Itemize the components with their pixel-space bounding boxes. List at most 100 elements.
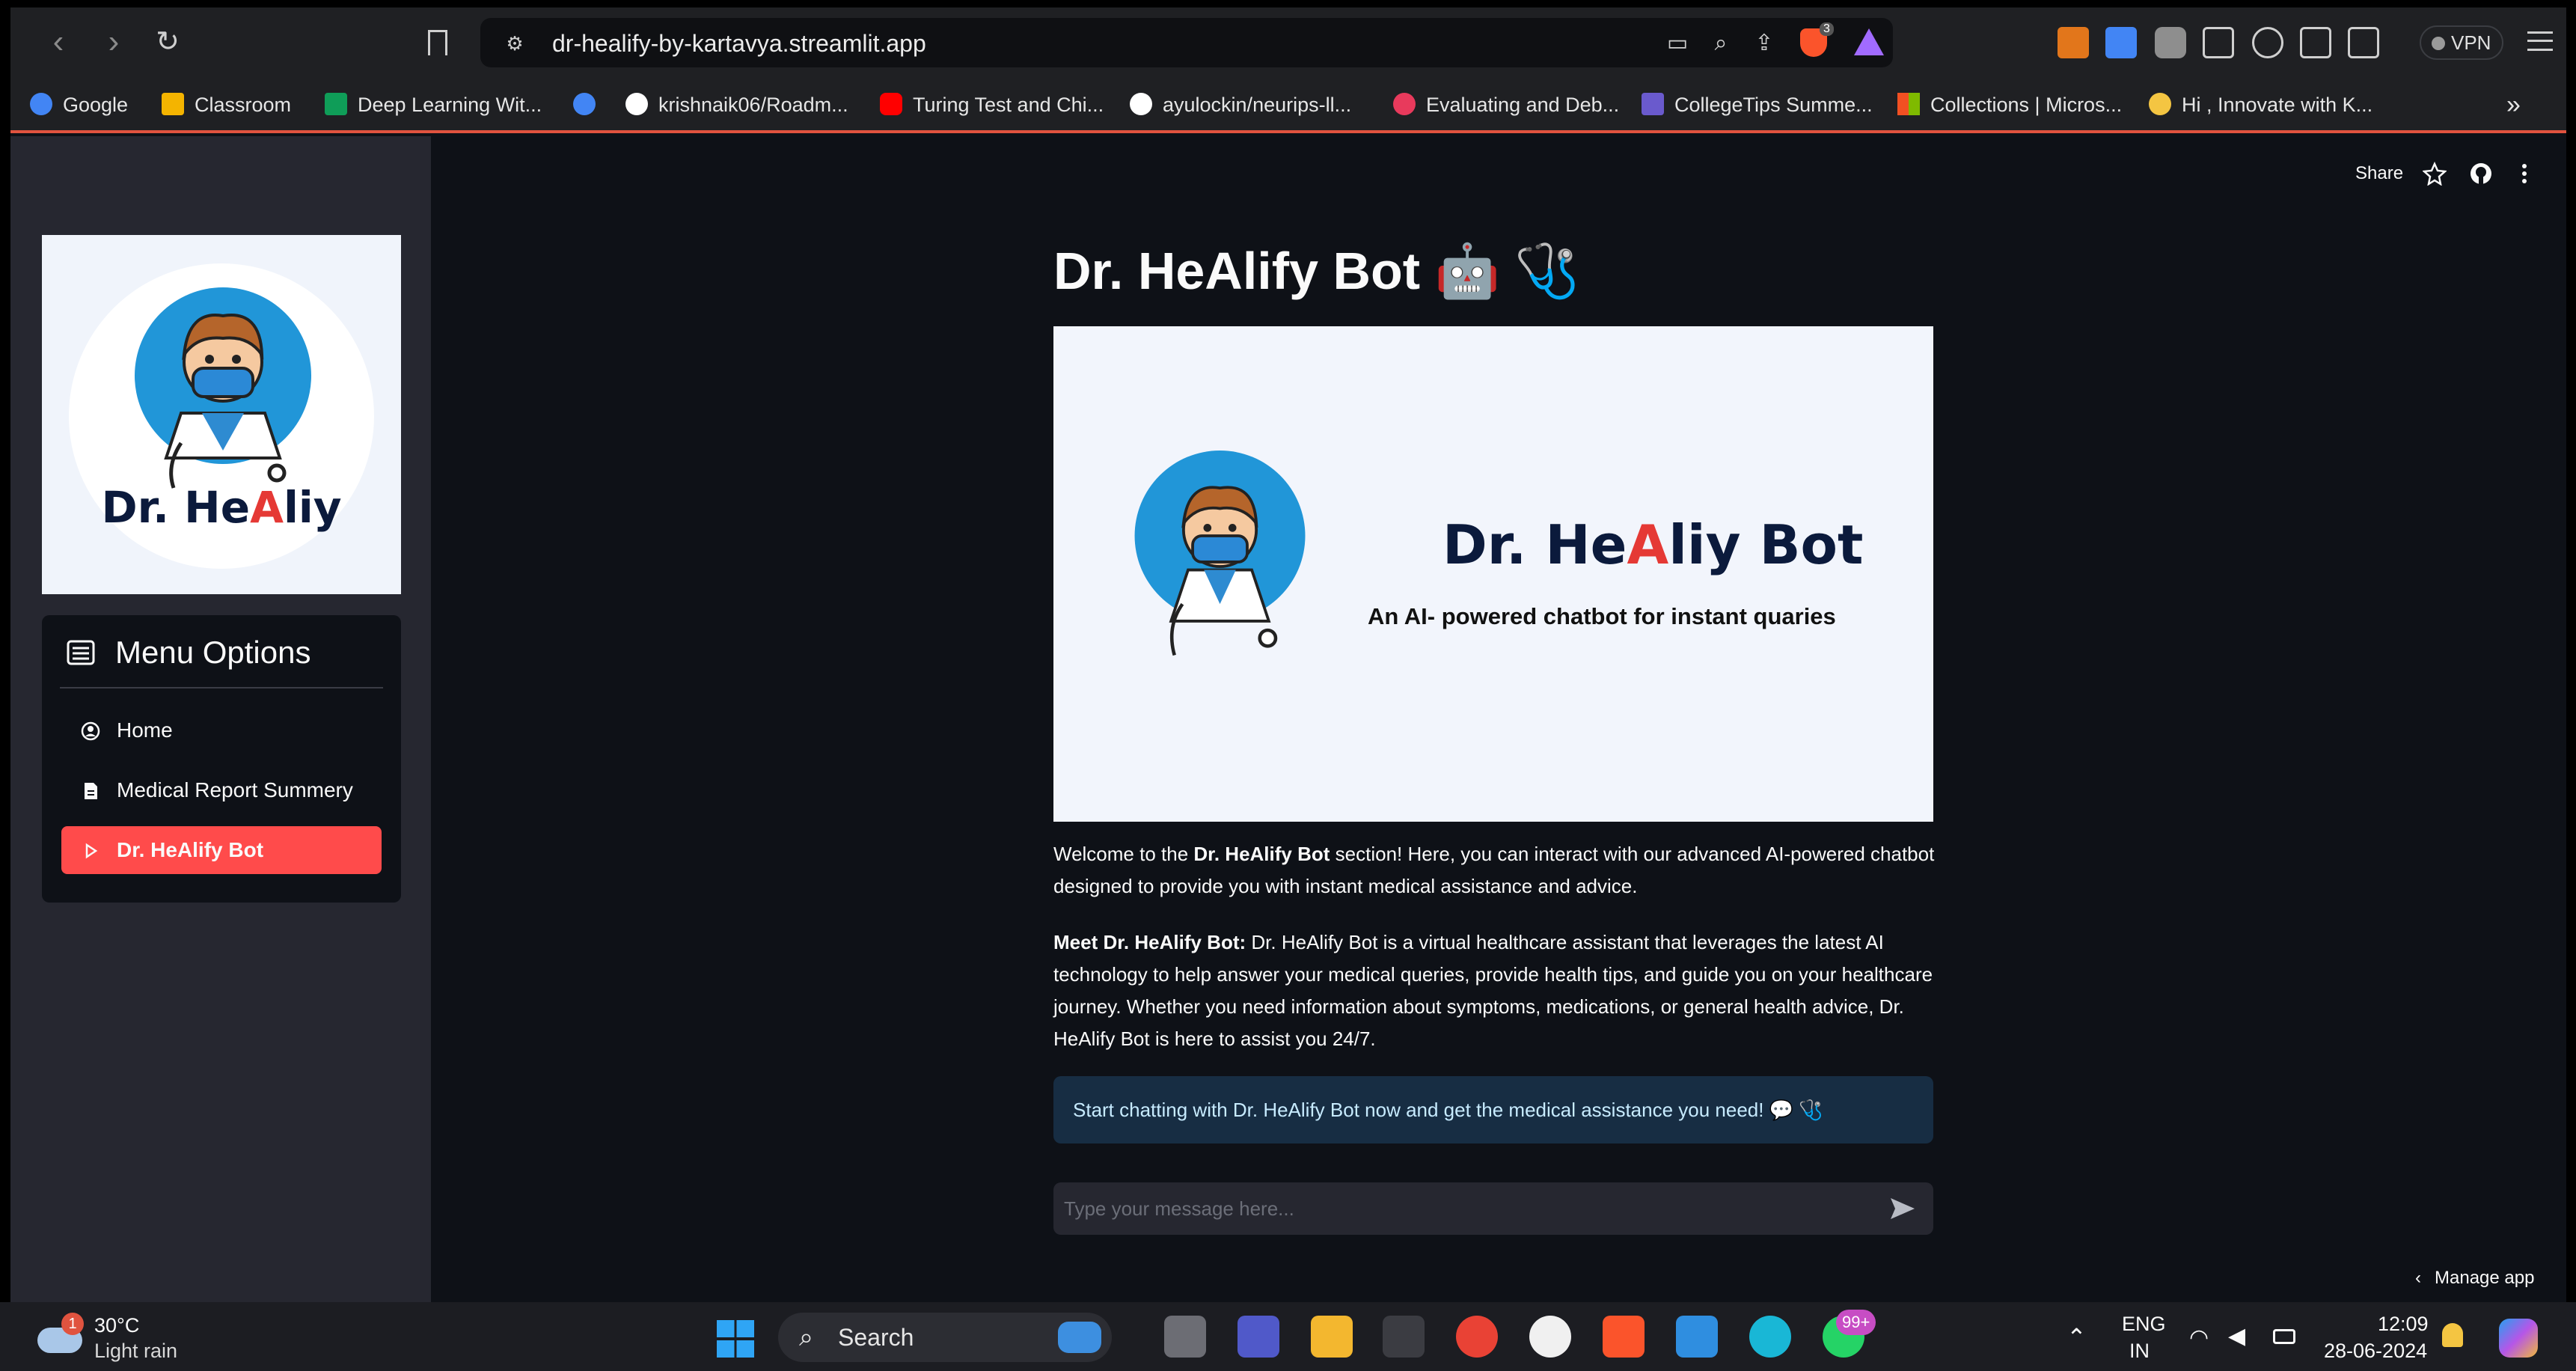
welcome-paragraph: Welcome to the Dr. HeAlify Bot section! … [1053,843,1935,897]
bookmark-neurips[interactable]: ayulockin/neurips-ll... [1130,91,1351,118]
banner-title: Dr. HeAliy Bot [1443,513,1864,576]
sidebar-logo: Dr. HeAliy [42,235,401,594]
github-desktop-icon[interactable] [1529,1316,1571,1358]
menu-icon[interactable] [2527,31,2553,51]
doctor-avatar-icon [1134,451,1306,656]
bookmark-collegetips[interactable]: CollegeTips Summe... [1642,91,1873,118]
wallet-icon[interactable] [2348,27,2379,58]
language-bottom[interactable]: IN [2129,1340,2150,1363]
hero-banner: Dr. HeAliy Bot An AI- powered chatbot fo… [1053,326,1933,822]
camera-icon[interactable] [2155,27,2186,58]
bookmark-deep-learning[interactable]: Deep Learning Wit... [325,91,542,118]
windows-taskbar: 1 30°C Light rain ⌕ Search 99+ ⌃ ENG IN … [0,1302,2576,1371]
target-icon [1393,92,1416,115]
weather-badge: 1 [61,1313,84,1335]
chat-input-container [1053,1182,1933,1235]
metamask-icon[interactable] [2058,27,2089,58]
manage-app-button[interactable]: ‹ Manage app [2415,1268,2534,1289]
task-view-icon[interactable] [1164,1316,1206,1358]
clock-time[interactable]: 12:09 [2378,1313,2429,1336]
vpn-button[interactable]: VPN [2420,25,2503,60]
show-hidden-icons[interactable]: ⌃ [2066,1323,2087,1352]
speed-icon[interactable] [2252,27,2283,58]
zoom-icon[interactable]: ⌕ [1707,30,1734,57]
volume-icon[interactable]: ◀ [2228,1323,2245,1349]
translate-icon[interactable] [2105,27,2137,58]
forward-icon[interactable]: › [96,24,132,60]
brave-rewards-icon[interactable] [1854,28,1884,55]
banner-subtitle: An AI- powered chatbot for instant quari… [1368,603,1836,629]
menu-item-medical-report[interactable]: Medical Report Summery [61,766,382,814]
bookmark-innovate[interactable]: Hi , Innovate with K... [2149,91,2372,118]
url-text: dr-healify-by-kartavya.streamlit.app [552,30,926,57]
github-icon [1130,92,1152,115]
bookmark-classroom[interactable]: Classroom [162,91,291,118]
info-alert: Start chatting with Dr. HeAlify Bot now … [1053,1076,1933,1143]
notion-icon[interactable] [1383,1316,1425,1358]
send-icon[interactable] [1888,1194,1917,1223]
menu-item-home[interactable]: Home [61,706,382,754]
browser-toolbar: ‹ › ↻ ⚙ dr-healify-by-kartavya.streamlit… [10,7,2566,76]
site-settings-icon[interactable]: ⚙ [501,30,528,57]
person-circle-icon [81,721,100,741]
bookmark-roadmap[interactable]: krishnaik06/Roadm... [625,91,848,118]
windows-start-icon[interactable] [717,1320,754,1358]
back-icon[interactable]: ‹ [40,24,76,60]
more-bookmarks-icon[interactable]: » [2506,91,2521,118]
canva-icon[interactable] [1749,1316,1791,1358]
github-icon[interactable] [2469,162,2493,186]
bookmark-page-icon[interactable] [428,30,447,55]
menu-divider [60,687,383,688]
chevron-left-icon: ‹ [2415,1268,2421,1288]
sidebar-toggle-icon[interactable] [2300,27,2331,58]
browser-window: ‹ › ↻ ⚙ dr-healify-by-kartavya.streamlit… [10,7,2566,1302]
drive-icon [325,92,347,115]
chrome-icon[interactable] [1456,1316,1498,1358]
share-page-icon[interactable]: ⇪ [1751,30,1778,57]
bookmark-evaluating[interactable]: Evaluating and Deb... [1393,91,1619,118]
main-content: Share Dr. HeAlify Bot 🤖 🩺 Dr. HeAliy Bot… [431,136,2566,1302]
logo-text: Dr. HeAliy [101,482,342,533]
whatsapp-badge: 99+ [1836,1310,1876,1335]
more-options-icon[interactable] [2512,162,2536,186]
reload-icon[interactable]: ↻ [150,24,186,60]
document-icon [85,783,97,799]
menu-item-healify-bot[interactable]: Dr. HeAlify Bot [61,826,382,874]
weather-description: Light rain [94,1340,178,1362]
vscode-icon[interactable] [1676,1316,1718,1358]
bookmark-collections[interactable]: Collections | Micros... [1897,91,2122,118]
taskbar-search[interactable]: ⌕ Search [778,1313,1112,1362]
battery-icon[interactable] [2273,1329,2295,1344]
bookmarks-bar: Google Classroom Deep Learning Wit... kr… [10,76,2566,133]
weather-temperature: 30°C [94,1314,140,1337]
bookmark-google[interactable]: Google [30,91,128,118]
google-icon [573,92,596,115]
bookmark-turing-test[interactable]: Turing Test and Chi... [880,91,1104,118]
language-top[interactable]: ENG [2122,1313,2166,1336]
menu-options: Menu Options Home Medical Report Summery… [42,615,401,903]
teams-icon[interactable] [1237,1316,1279,1358]
avatar-icon [2149,92,2171,115]
bookmark-google-2[interactable] [573,91,606,118]
chat-input[interactable] [1064,1182,1872,1235]
search-highlight-icon [1058,1322,1101,1353]
wifi-icon[interactable]: ◠ [2189,1325,2209,1351]
share-button[interactable]: Share [2355,163,2403,184]
star-icon[interactable] [2423,162,2447,186]
list-icon [1642,92,1664,115]
play-icon [85,843,98,859]
extensions-icon[interactable] [2203,27,2234,58]
notification-bell-icon[interactable] [2442,1323,2463,1347]
cast-icon[interactable]: ▭ [1664,30,1691,57]
brave-icon[interactable] [1603,1316,1645,1358]
sidebar: Dr. HeAliy Menu Options Home Medical Rep… [10,136,431,1302]
copilot-icon[interactable] [2499,1319,2538,1358]
menu-list-icon [67,640,95,665]
file-explorer-icon[interactable] [1311,1316,1353,1358]
youtube-icon [880,92,902,115]
google-icon [30,92,52,115]
microsoft-icon [1897,92,1920,115]
search-icon: ⌕ [799,1323,814,1352]
address-bar[interactable]: ⚙ dr-healify-by-kartavya.streamlit.app ▭… [480,18,1893,67]
clock-date[interactable]: 28-06-2024 [2324,1340,2427,1363]
